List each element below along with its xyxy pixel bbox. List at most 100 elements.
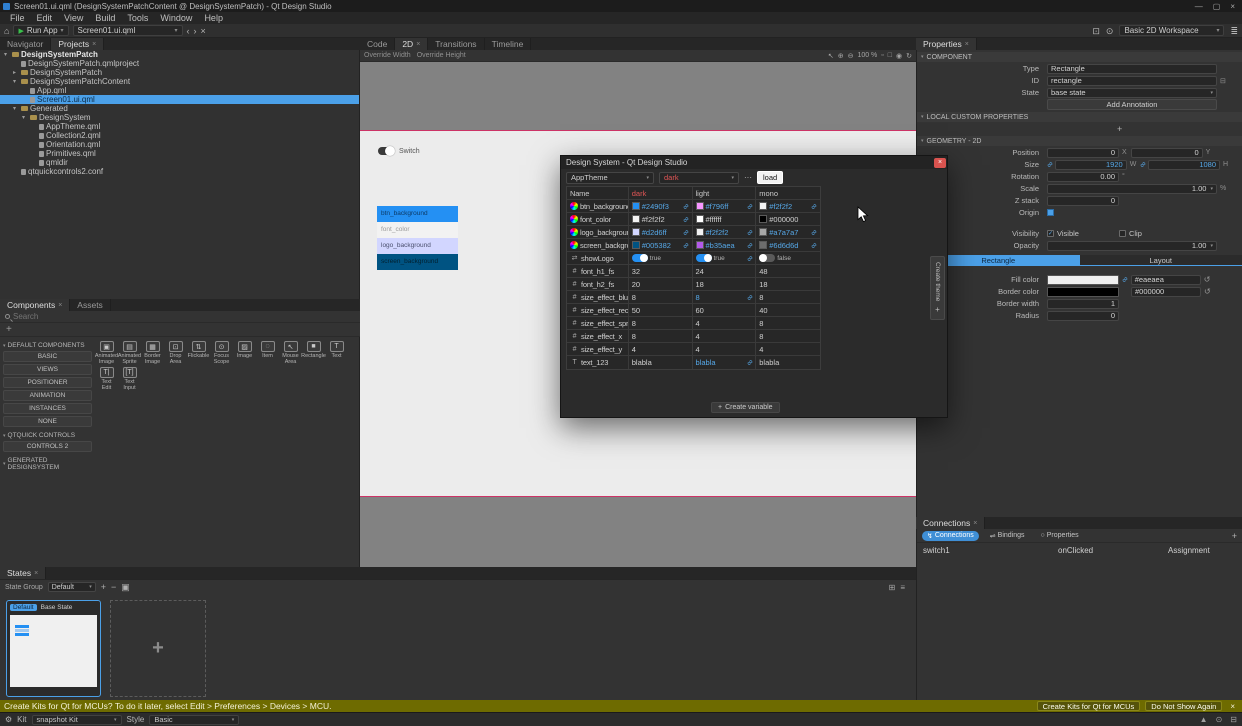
add-module-icon[interactable]: + <box>6 324 12 335</box>
menu-window[interactable]: Window <box>154 13 198 23</box>
do-not-show-again-button[interactable]: Do Not Show Again <box>1145 701 1222 711</box>
token-size-effect-rect-mono[interactable]: 40 <box>756 304 820 316</box>
workspace-select[interactable]: Basic 2D Workspace ▾ <box>1119 25 1224 36</box>
scale-field[interactable]: 1.00▾ <box>1047 184 1217 194</box>
token-size-effect-blur-light[interactable]: 8∞ <box>693 291 757 303</box>
canvas-item-screen-background[interactable]: screen_background <box>377 254 458 270</box>
reset-icon[interactable]: ↺ <box>1204 287 1211 296</box>
token-size-effect-spread-mono[interactable]: 8 <box>756 317 820 329</box>
column-header-name[interactable]: Name <box>567 187 629 199</box>
selection-tool-icon[interactable]: ↖ <box>828 52 834 60</box>
sidebar-menu-icon[interactable]: ≣ <box>1230 24 1238 38</box>
column-header-light[interactable]: light <box>693 187 757 199</box>
gear-icon[interactable]: ⚙ <box>5 715 12 724</box>
token-text-123-dark[interactable]: blabla <box>629 356 693 369</box>
visible-checkbox[interactable]: ✓ <box>1047 230 1054 237</box>
component-flickable[interactable]: ⇅Flickable <box>189 341 208 365</box>
token-row-font-color[interactable]: font_color#f2f2f2∞#ffffff#000000 <box>567 213 820 226</box>
close-document-icon[interactable]: × <box>201 24 206 38</box>
canvas-item-logo-background[interactable]: logo_background <box>377 238 458 254</box>
component-category-views[interactable]: VIEWS <box>3 364 92 375</box>
token-size-effect-blur-mono[interactable]: 8 <box>756 291 820 303</box>
output-pane-icon[interactable]: ⊟ <box>1230 715 1237 724</box>
style-select[interactable]: Basic▾ <box>149 715 239 725</box>
expand-arrow-icon[interactable]: ▾ <box>13 78 19 85</box>
preview-icon[interactable]: ⊙ <box>1106 24 1114 38</box>
token-size-effect-y-mono[interactable]: 4 <box>756 343 820 355</box>
link-icon[interactable]: ∞ <box>1120 275 1129 284</box>
toggle-switch[interactable] <box>759 254 775 262</box>
grid-view-icon[interactable]: ⊞ <box>889 583 896 592</box>
dialog-title-bar[interactable]: Design System - Qt Design Studio × <box>561 156 947 169</box>
tab-assets[interactable]: Assets <box>70 299 111 311</box>
state-card-base[interactable]: Default Base State <box>6 600 101 697</box>
properties-view-button[interactable]: ○Properties <box>1036 531 1084 540</box>
clip-checkbox[interactable] <box>1119 230 1126 237</box>
token-row-size-effect-y[interactable]: #size_effect_y444 <box>567 343 820 356</box>
tab-states[interactable]: States× <box>0 567 46 579</box>
token-font-h1-fs-mono[interactable]: 48 <box>756 265 820 277</box>
add-state-group-icon[interactable]: + <box>101 582 106 592</box>
token-row-size-effect-x[interactable]: #size_effect_x848 <box>567 330 820 343</box>
section-local-custom-properties[interactable]: ▾LOCAL CUSTOM PROPERTIES <box>917 112 1242 122</box>
border-width-field[interactable]: 1 <box>1047 299 1119 309</box>
link-icon[interactable]: ∞ <box>810 202 819 211</box>
component-category-instances[interactable]: INSTANCES <box>3 403 92 414</box>
token-size-effect-spread-light[interactable]: 4 <box>693 317 757 329</box>
tree-item-qtquickcontrols2-conf[interactable]: qtquickcontrols2.conf <box>0 167 359 176</box>
target-icon[interactable]: ◉ <box>896 52 902 60</box>
components-search-input[interactable] <box>13 312 213 321</box>
warning-icon[interactable]: ▲ <box>1200 715 1208 724</box>
token-text-123-light[interactable]: blabla∞ <box>693 356 757 369</box>
close-icon[interactable]: × <box>34 570 38 577</box>
dialog-close-button[interactable]: × <box>934 158 946 168</box>
theme-collection-select[interactable]: AppTheme▾ <box>566 172 654 184</box>
token-size-effect-blur-dark[interactable]: 8 <box>629 291 693 303</box>
toggle-switch[interactable] <box>696 254 712 262</box>
kit-select[interactable]: snapshot Kit▾ <box>32 715 122 725</box>
token-row-text-123[interactable]: Ttext_123blablablabla∞blabla <box>567 356 820 369</box>
remove-state-group-icon[interactable]: − <box>111 582 116 592</box>
state-select[interactable]: base state▾ <box>1047 88 1217 98</box>
rotation-field[interactable]: 0.00 <box>1047 172 1119 182</box>
active-theme-select[interactable]: dark▾ <box>659 172 739 184</box>
tree-item-qmldir[interactable]: qmldir <box>0 158 359 167</box>
create-kits-button[interactable]: Create Kits for Qt for MCUs <box>1037 701 1141 711</box>
tab-properties[interactable]: Properties× <box>916 38 977 50</box>
zstack-field[interactable]: 0 <box>1047 196 1119 206</box>
connections-view-button[interactable]: ↯Connections <box>922 531 979 541</box>
tab-projects[interactable]: Projects× <box>51 38 104 50</box>
token-size-effect-x-light[interactable]: 4 <box>693 330 757 342</box>
reset-view-icon[interactable]: ↻ <box>906 52 912 60</box>
token-size-effect-x-mono[interactable]: 8 <box>756 330 820 342</box>
bindings-view-button[interactable]: ⇌Bindings <box>985 531 1030 541</box>
switch-control[interactable]: Switch <box>378 147 420 155</box>
component-animated-sprite[interactable]: ▤Animated Sprite <box>120 341 139 365</box>
token-screen-background-light[interactable]: #b35aea∞ <box>693 239 757 251</box>
close-icon[interactable]: × <box>973 520 977 527</box>
link-icon[interactable]: ∞ <box>810 241 819 250</box>
token-size-effect-y-dark[interactable]: 4 <box>629 343 693 355</box>
link-icon[interactable]: ∞ <box>745 202 754 211</box>
component-focus-scope[interactable]: ⊙Focus Scope <box>212 341 231 365</box>
state-group-select[interactable]: Default▾ <box>48 582 96 592</box>
component-text-input[interactable]: [T]Text Input <box>120 367 139 391</box>
close-icon[interactable]: × <box>965 41 969 48</box>
more-options-icon[interactable]: ··· <box>744 173 752 182</box>
info-icon[interactable]: ⊙ <box>1216 715 1223 724</box>
opacity-field[interactable]: 1.00▾ <box>1047 241 1217 251</box>
token-logo-background-light[interactable]: #f2f2f2∞ <box>693 226 757 238</box>
token-showlogo-light[interactable]: true∞ <box>693 252 757 264</box>
canvas-item-font-color[interactable]: font_color <box>377 222 458 238</box>
add-connection-icon[interactable]: + <box>1232 531 1237 541</box>
column-header-dark[interactable]: dark <box>629 187 693 199</box>
minimize-button[interactable]: — <box>1195 2 1203 11</box>
tree-item-app-qml[interactable]: App.qml <box>0 86 359 95</box>
link-icon[interactable]: ∞ <box>1139 160 1148 169</box>
tree-item-designsystempatchcontent[interactable]: ▾DesignSystemPatchContent <box>0 77 359 86</box>
link-icon[interactable]: ∞ <box>745 254 754 263</box>
tab-2d[interactable]: 2D× <box>395 38 428 50</box>
fit-screen-icon[interactable]: □ <box>888 52 892 59</box>
menu-file[interactable]: File <box>4 13 31 23</box>
component-animated-image[interactable]: ▣Animated Image <box>97 341 116 365</box>
